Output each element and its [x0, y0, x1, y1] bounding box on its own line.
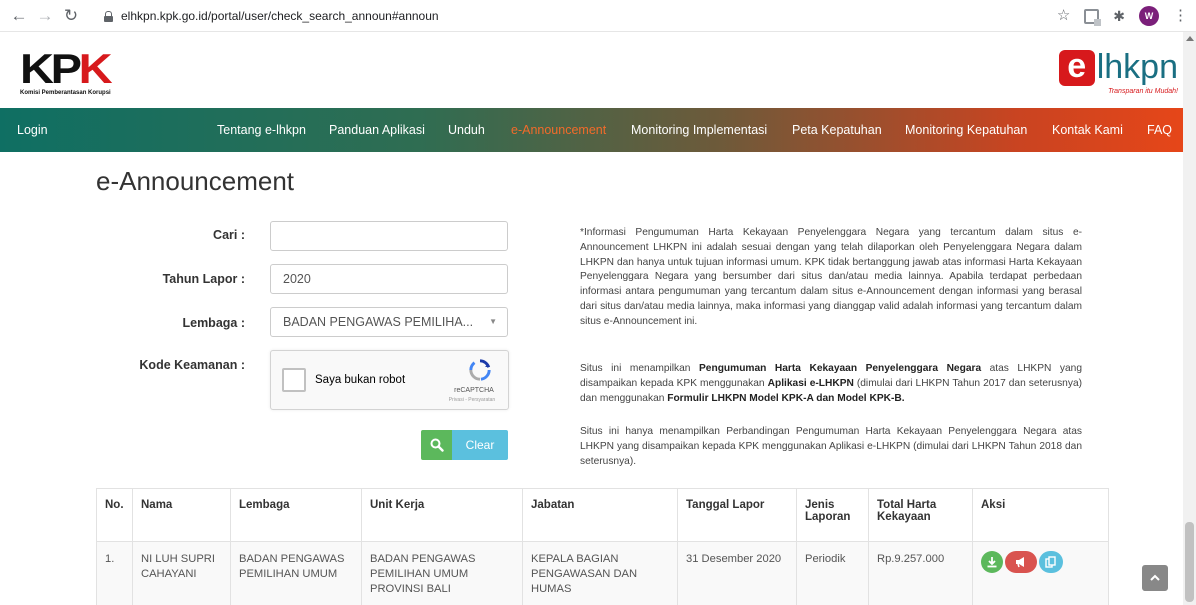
elhkpn-tagline: Transparan itu Mudah! [1108, 88, 1178, 95]
nav-tentang[interactable]: Tentang e-lhkpn [217, 108, 306, 152]
main-nav: Login Tentang e-lhkpn Panduan Aplikasi U… [0, 108, 1196, 152]
clear-button[interactable]: Clear [452, 430, 508, 460]
lembaga-label: Lembaga : [182, 316, 245, 330]
header-nama: Nama [132, 488, 231, 542]
header-jabatan: Jabatan [522, 488, 678, 542]
lock-icon [104, 10, 113, 22]
cell-lembaga: BADAN PENGAWAS PEMILIHAN UMUM [230, 541, 362, 605]
kode-keamanan-label: Kode Keamanan : [139, 358, 245, 372]
nav-login[interactable]: Login [17, 108, 48, 152]
recaptcha-brand: reCAPTCHA [454, 387, 494, 394]
cari-label: Cari : [213, 228, 245, 242]
scroll-up-icon[interactable] [1186, 36, 1194, 41]
scroll-thumb[interactable] [1185, 522, 1194, 602]
copy-icon [1045, 556, 1056, 568]
site-header: KPK Komisi Pemberantasan Korupsi e lhkpn… [0, 32, 1196, 108]
header-no: No. [96, 488, 133, 542]
extension-icon[interactable] [1084, 8, 1102, 26]
cell-aksi [972, 541, 1109, 605]
nav-faq[interactable]: FAQ [1147, 108, 1172, 152]
nav-unduh[interactable]: Unduh [448, 108, 485, 152]
header-total-harta: Total Harta Kekayaan [868, 488, 973, 542]
menu-icon[interactable]: ⋮ [1173, 5, 1188, 27]
download-button[interactable] [981, 551, 1003, 573]
tahun-lapor-input[interactable]: 2020 [270, 264, 508, 294]
recaptcha-terms[interactable]: Privasi - Persyaratan [439, 397, 505, 403]
table-row: 1. NI LUH SUPRI CAHAYANI BADAN PENGAWAS … [96, 541, 1109, 605]
header-aksi: Aksi [972, 488, 1109, 542]
table-header-row: No. Nama Lembaga Unit Kerja Jabatan Tang… [96, 488, 1109, 542]
info-paragraph-3: Situs ini hanya menampilkan Perbandingan… [580, 426, 1082, 467]
search-button[interactable] [421, 430, 452, 460]
nav-monitoring-implementasi[interactable]: Monitoring Implementasi [631, 108, 767, 152]
lembaga-select[interactable]: BADAN PENGAWAS PEMILIHA... ▼ [270, 307, 508, 337]
results-table: No. Nama Lembaga Unit Kerja Jabatan Tang… [96, 488, 1109, 605]
header-lembaga: Lembaga [230, 488, 362, 542]
browser-toolbar: ← → ↻ elhkpn.kpk.go.id/portal/user/check… [0, 0, 1196, 32]
url-text: elhkpn.kpk.go.id/portal/user/check_searc… [121, 9, 439, 23]
avatar[interactable]: W [1139, 6, 1159, 26]
back-icon[interactable]: ← [8, 5, 30, 27]
header-unit-kerja: Unit Kerja [361, 488, 523, 542]
cell-jenis-laporan: Periodik [796, 541, 869, 605]
header-tanggal-lapor: Tanggal Lapor [677, 488, 797, 542]
megaphone-icon [1015, 557, 1024, 568]
cell-tanggal-lapor: 31 Desember 2020 [677, 541, 797, 605]
header-jenis-laporan: Jenis Laporan [796, 488, 869, 542]
tahun-lapor-label: Tahun Lapor : [162, 272, 245, 286]
cell-unit-kerja: BADAN PENGAWAS PEMILIHAN UMUM PROVINSI B… [361, 541, 523, 605]
search-icon [430, 438, 444, 452]
recaptcha-label: Saya bukan robot [315, 374, 406, 386]
page-title: e-Announcement [96, 166, 295, 196]
recaptcha-icon [469, 359, 491, 381]
chevron-up-icon [1150, 574, 1160, 581]
cell-no: 1. [96, 541, 133, 605]
lembaga-selected-value: BADAN PENGAWAS PEMILIHA... [283, 315, 474, 329]
info-paragraph-1: *Informasi Pengumuman Harta Kekayaan Pen… [580, 227, 1082, 327]
cell-nama: NI LUH SUPRI CAHAYANI [132, 541, 231, 605]
nav-panduan[interactable]: Panduan Aplikasi [329, 108, 425, 152]
star-icon[interactable]: ☆ [1057, 5, 1070, 27]
elhkpn-logo[interactable]: e lhkpn [1058, 49, 1178, 86]
recaptcha-checkbox[interactable] [282, 368, 306, 392]
nav-kontak-kami[interactable]: Kontak Kami [1052, 108, 1123, 152]
puzzle-icon[interactable]: ✱ [1113, 5, 1125, 27]
nav-e-announcement[interactable]: e-Announcement [511, 108, 606, 152]
cell-total-harta: Rp.9.257.000 [868, 541, 973, 605]
chevron-down-icon: ▼ [489, 317, 497, 326]
back-to-top-button[interactable] [1142, 565, 1168, 591]
cari-input[interactable] [270, 221, 508, 251]
recaptcha-widget: Saya bukan robot reCAPTCHA Privasi - Per… [270, 350, 509, 410]
nav-peta-kepatuhan[interactable]: Peta Kepatuhan [792, 108, 882, 152]
cell-jabatan: KEPALA BAGIAN PENGAWASAN DAN HUMAS [522, 541, 678, 605]
download-icon [987, 557, 997, 568]
nav-monitoring-kepatuhan[interactable]: Monitoring Kepatuhan [905, 108, 1027, 152]
copy-button[interactable] [1039, 551, 1063, 573]
page-scrollbar[interactable] [1183, 32, 1196, 605]
forward-icon[interactable]: → [34, 5, 56, 27]
kpk-logo[interactable]: KPK Komisi Pemberantasan Korupsi [20, 48, 113, 97]
address-bar[interactable]: elhkpn.kpk.go.id/portal/user/check_searc… [104, 5, 439, 27]
reload-icon[interactable]: ↻ [60, 5, 82, 27]
info-paragraph-2: Situs ini menampilkan Pengumuman Harta K… [580, 363, 1083, 404]
announce-button[interactable] [1005, 551, 1037, 573]
